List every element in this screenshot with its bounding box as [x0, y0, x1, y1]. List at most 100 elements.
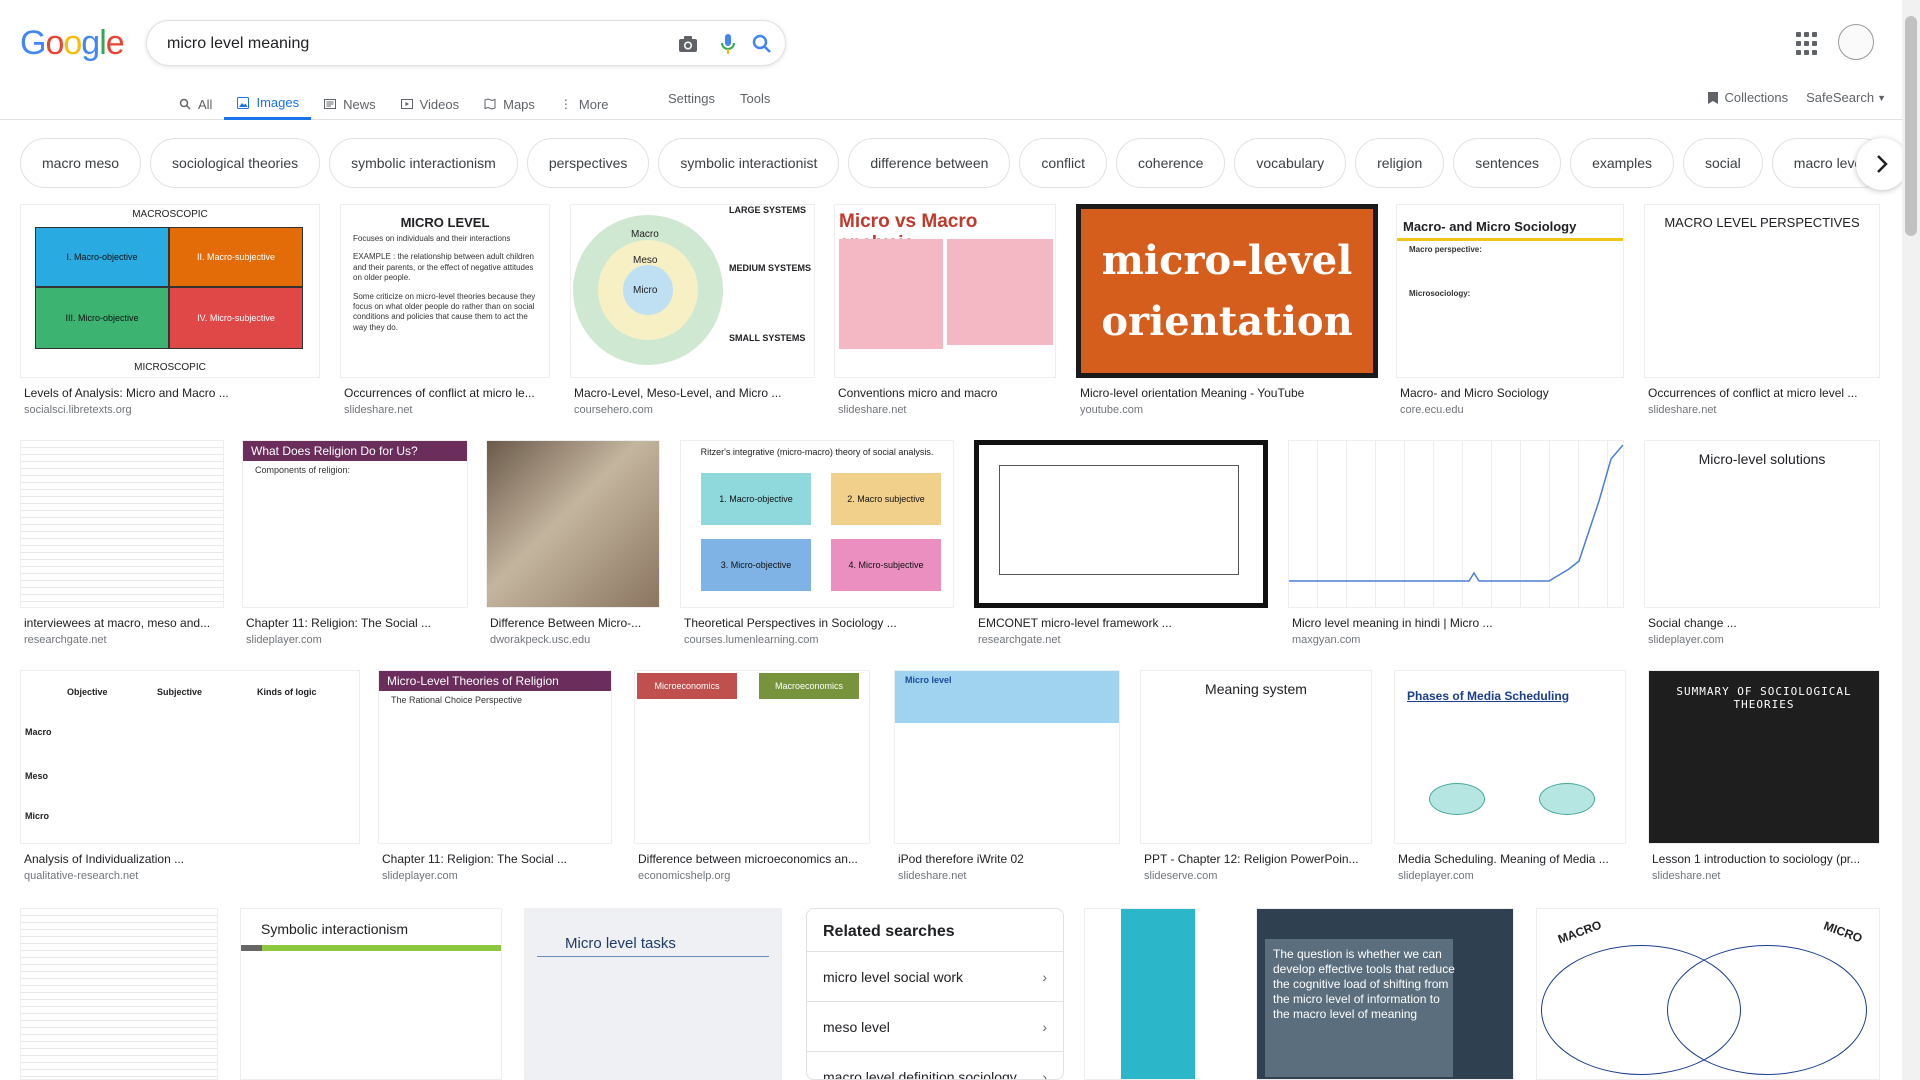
image-result[interactable]: Micro level tasks: [524, 908, 782, 1080]
image-result[interactable]: The question is whether we can develop e…: [1256, 908, 1514, 1080]
result-thumbnail[interactable]: [486, 440, 660, 608]
result-title[interactable]: Occurrences of conflict at micro le...: [340, 386, 550, 400]
image-result[interactable]: micro-level orientation Micro-level orie…: [1076, 204, 1378, 416]
image-result[interactable]: Micro vs Macro analysis Conventions micr…: [834, 204, 1056, 416]
result-thumbnail[interactable]: Objective Subjective Kinds of logic Macr…: [20, 670, 360, 844]
result-thumbnail[interactable]: Symbolic interactionism: [240, 908, 502, 1080]
result-thumbnail[interactable]: Microeconomics Macroeconomics: [634, 670, 870, 844]
image-result[interactable]: MACROSCOPIC I. Macro-objective II. Macro…: [20, 204, 320, 416]
avatar[interactable]: [1838, 24, 1874, 60]
result-title[interactable]: Micro level meaning in hindi | Micro ...: [1288, 616, 1624, 630]
result-title[interactable]: EMCONET micro-level framework ...: [974, 616, 1268, 630]
result-title[interactable]: Lesson 1 introduction to sociology (pr..…: [1648, 852, 1880, 866]
result-thumbnail[interactable]: [20, 908, 218, 1080]
page-scrollbar[interactable]: [1902, 0, 1920, 1080]
result-title[interactable]: Macro- and Micro Sociology: [1396, 386, 1624, 400]
apps-grid-icon[interactable]: [1796, 32, 1820, 56]
related-search-item[interactable]: macro level definition sociology ›: [807, 1051, 1063, 1079]
tab-videos[interactable]: Videos: [388, 88, 472, 120]
chip[interactable]: macro meso: [20, 138, 142, 188]
result-thumbnail[interactable]: Micro-Level Theories of Religion The Rat…: [378, 670, 612, 844]
image-result[interactable]: Phases of Media Scheduling Media Schedul…: [1394, 670, 1626, 882]
result-title[interactable]: Levels of Analysis: Micro and Macro ...: [20, 386, 320, 400]
safesearch-toggle[interactable]: SafeSearch ▼: [1806, 90, 1886, 105]
image-result[interactable]: Symbolic interactionism: [240, 908, 502, 1080]
chip[interactable]: symbolic interactionist: [658, 138, 840, 188]
scrollbar-thumb[interactable]: [1905, 16, 1917, 236]
result-title[interactable]: Chapter 11: Religion: The Social ...: [378, 852, 612, 866]
result-thumbnail[interactable]: Macro Meso Micro LARGE SYSTEMS MEDIUM SY…: [570, 204, 815, 378]
result-title[interactable]: Macro-Level, Meso-Level, and Micro ...: [570, 386, 815, 400]
camera-icon[interactable]: [677, 33, 699, 55]
chip[interactable]: examples: [1570, 138, 1674, 188]
result-title[interactable]: Media Scheduling. Meaning of Media ...: [1394, 852, 1626, 866]
image-result[interactable]: [1084, 908, 1196, 1080]
chip[interactable]: religion: [1355, 138, 1445, 188]
result-title[interactable]: Difference between microeconomics an...: [634, 852, 870, 866]
image-result[interactable]: What Does Religion Do for Us? Components…: [242, 440, 468, 646]
tab-images[interactable]: Images: [224, 88, 312, 120]
result-thumbnail[interactable]: [1288, 440, 1624, 608]
result-thumbnail[interactable]: [1084, 908, 1196, 1080]
result-title[interactable]: Social change ...: [1644, 616, 1880, 630]
image-result[interactable]: MICRO LEVEL Focuses on individuals and t…: [340, 204, 550, 416]
result-title[interactable]: Chapter 11: Religion: The Social ...: [242, 616, 468, 630]
result-title[interactable]: Conventions micro and macro: [834, 386, 1056, 400]
chip[interactable]: conflict: [1019, 138, 1107, 188]
image-result[interactable]: MACRO LEVEL PERSPECTIVES Occurrences of …: [1644, 204, 1880, 416]
image-result[interactable]: Micro level meaning in hindi | Micro ...…: [1288, 440, 1624, 646]
result-thumbnail[interactable]: [20, 440, 224, 608]
tools-link[interactable]: Tools: [740, 91, 770, 106]
result-thumbnail[interactable]: Macro- and Micro Sociology Macro perspec…: [1396, 204, 1624, 378]
microphone-icon[interactable]: [717, 33, 739, 55]
image-result[interactable]: Micro-level solutions Social change ... …: [1644, 440, 1880, 646]
chip[interactable]: symbolic interactionism: [329, 138, 518, 188]
tab-maps[interactable]: Maps: [471, 88, 547, 120]
image-result[interactable]: SUMMARY OF SOCIOLOGICAL THEORIES Lesson …: [1648, 670, 1880, 882]
result-thumbnail[interactable]: The question is whether we can develop e…: [1256, 908, 1514, 1080]
image-result[interactable]: Meaning system PPT - Chapter 12: Religio…: [1140, 670, 1372, 882]
tab-more[interactable]: ⋮ More: [547, 88, 621, 120]
result-thumbnail[interactable]: Micro-level solutions: [1644, 440, 1880, 608]
result-title[interactable]: iPod therefore iWrite 02: [894, 852, 1120, 866]
image-result[interactable]: Macro Meso Micro LARGE SYSTEMS MEDIUM SY…: [570, 204, 815, 416]
image-result[interactable]: Ritzer's integrative (micro-macro) theor…: [680, 440, 954, 646]
related-search-item[interactable]: meso level ›: [807, 1001, 1063, 1051]
tab-all[interactable]: All: [166, 88, 224, 120]
result-thumbnail[interactable]: Micro level: [894, 670, 1120, 844]
image-result[interactable]: Micro level iPod therefore iWrite 02 sli…: [894, 670, 1120, 882]
related-search-item[interactable]: micro level social work ›: [807, 951, 1063, 1001]
image-result[interactable]: MACRO MICRO: [1536, 908, 1880, 1080]
result-thumbnail[interactable]: Phases of Media Scheduling: [1394, 670, 1626, 844]
result-title[interactable]: PPT - Chapter 12: Religion PowerPoin...: [1140, 852, 1372, 866]
search-input[interactable]: [167, 33, 627, 55]
result-thumbnail[interactable]: MACRO MICRO: [1536, 908, 1880, 1080]
result-thumbnail[interactable]: What Does Religion Do for Us? Components…: [242, 440, 468, 608]
result-thumbnail[interactable]: MICRO LEVEL Focuses on individuals and t…: [340, 204, 550, 378]
chip[interactable]: coherence: [1116, 138, 1226, 188]
chip[interactable]: sociological theories: [150, 138, 321, 188]
chip[interactable]: difference between: [848, 138, 1011, 188]
result-title[interactable]: interviewees at macro, meso and...: [20, 616, 224, 630]
result-thumbnail[interactable]: Micro level tasks: [524, 908, 782, 1080]
image-result[interactable]: Difference Between Micro-... dworakpeck.…: [486, 440, 660, 646]
settings-link[interactable]: Settings: [668, 91, 715, 106]
result-thumbnail[interactable]: [974, 440, 1268, 608]
result-thumbnail[interactable]: SUMMARY OF SOCIOLOGICAL THEORIES: [1648, 670, 1880, 844]
result-thumbnail[interactable]: MACRO LEVEL PERSPECTIVES: [1644, 204, 1880, 378]
result-title[interactable]: Occurrences of conflict at micro level .…: [1644, 386, 1880, 400]
result-thumbnail[interactable]: Micro vs Macro analysis: [834, 204, 1056, 378]
image-result[interactable]: [20, 908, 218, 1080]
result-title[interactable]: Analysis of Individualization ...: [20, 852, 360, 866]
result-title[interactable]: Micro-level orientation Meaning - YouTub…: [1076, 386, 1378, 400]
chip[interactable]: perspectives: [526, 138, 650, 188]
image-result[interactable]: Objective Subjective Kinds of logic Macr…: [20, 670, 360, 882]
google-logo[interactable]: Google: [20, 24, 125, 63]
image-result[interactable]: Microeconomics Macroeconomics Difference…: [634, 670, 870, 882]
result-thumbnail[interactable]: micro-level orientation: [1076, 204, 1378, 378]
result-title[interactable]: Difference Between Micro-...: [486, 616, 660, 630]
image-result[interactable]: interviewees at macro, meso and... resea…: [20, 440, 224, 646]
result-title[interactable]: Theoretical Perspectives in Sociology ..…: [680, 616, 954, 630]
result-thumbnail[interactable]: Meaning system: [1140, 670, 1372, 844]
search-icon[interactable]: [751, 33, 773, 55]
